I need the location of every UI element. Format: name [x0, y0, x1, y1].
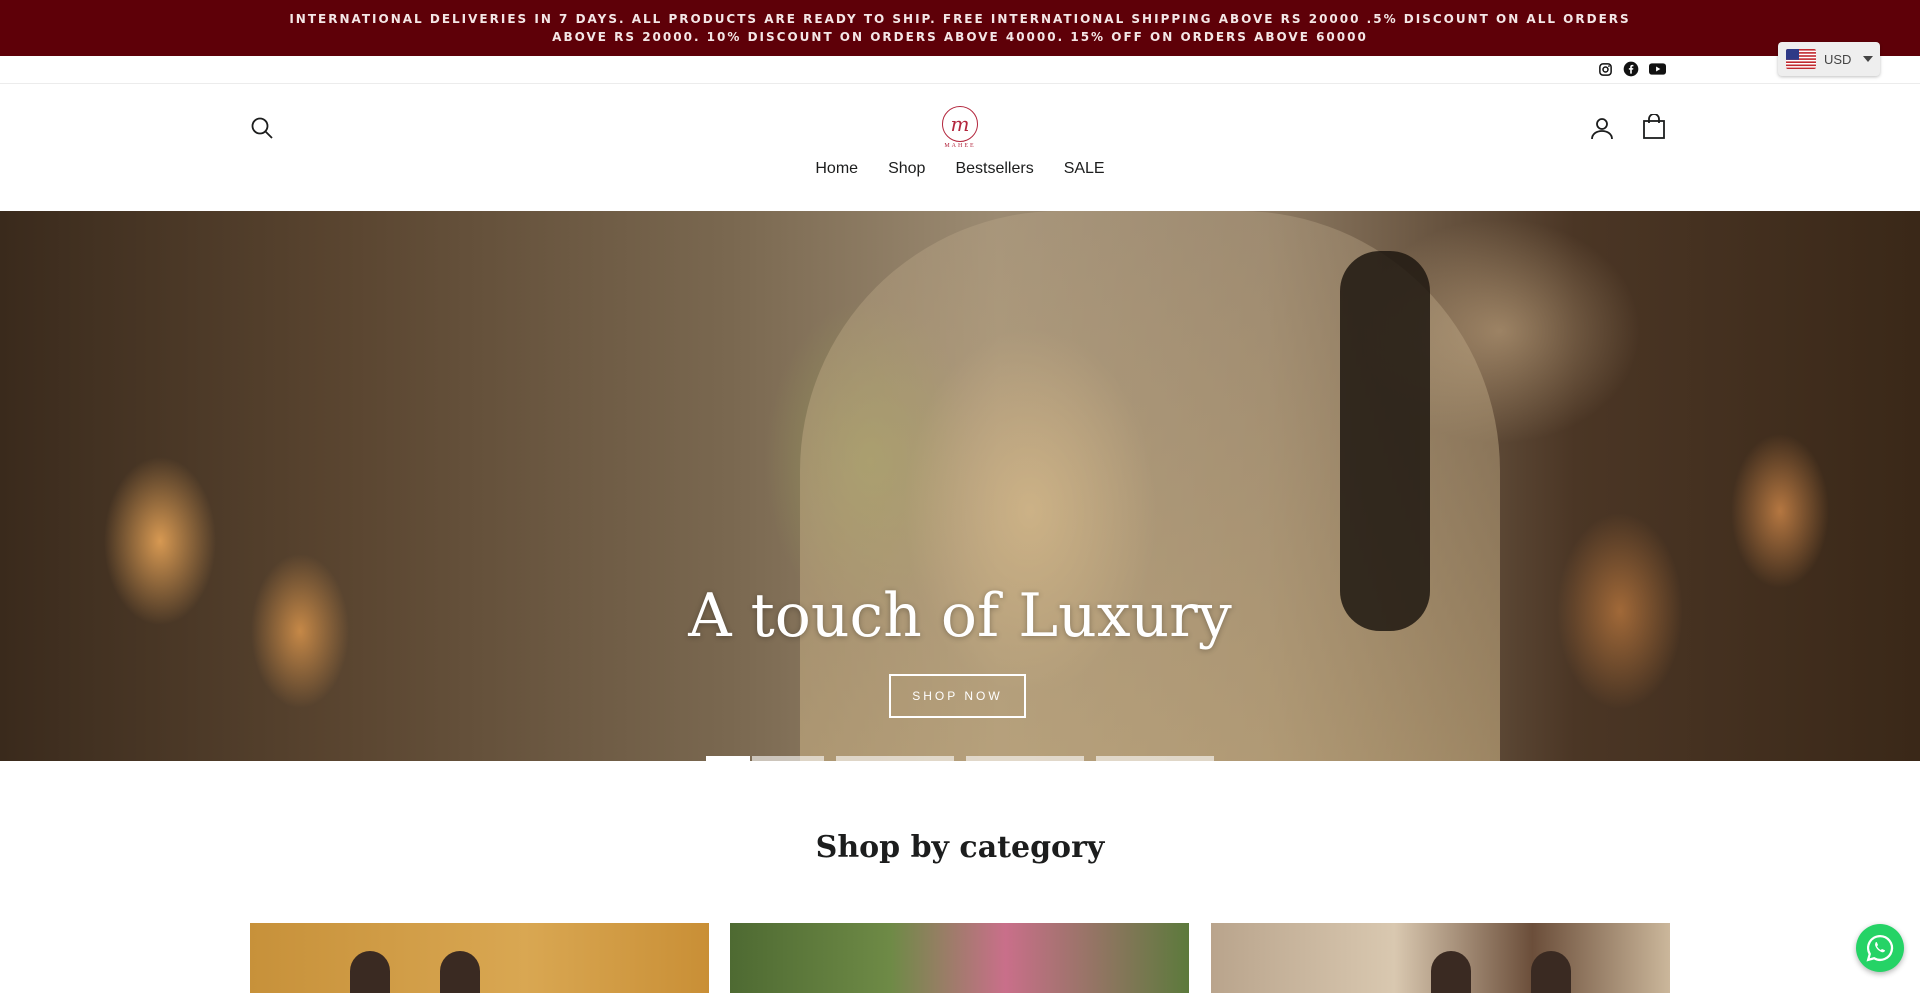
category-card[interactable] [730, 923, 1189, 993]
hero-image-detail [1340, 251, 1430, 631]
slider-pagination [0, 756, 1920, 761]
slide-dot-1[interactable] [706, 756, 750, 761]
main-nav: Home Shop Bestsellers SALE [0, 160, 1920, 178]
slide-dot-4[interactable] [966, 756, 1084, 761]
account-button[interactable] [1590, 116, 1616, 144]
logo-mark: m [942, 106, 978, 142]
site-logo[interactable]: m MAHEE [938, 106, 982, 152]
category-card[interactable] [250, 923, 709, 993]
currency-label: USD [1824, 51, 1852, 67]
announcement-bar: INTERNATIONAL DELIVERIES IN 7 DAYS. ALL … [0, 0, 1920, 56]
facebook-icon[interactable] [1622, 60, 1640, 78]
instagram-icon[interactable] [1596, 60, 1614, 78]
whatsapp-icon [1866, 934, 1894, 962]
nav-shop[interactable]: Shop [888, 160, 925, 178]
section-title: Shop by category [815, 830, 1105, 865]
hero-title: A touch of Luxury [688, 581, 1232, 651]
slide-dot-2[interactable] [752, 756, 824, 761]
account-icon [1591, 118, 1613, 140]
shop-now-button[interactable]: SHOP NOW [889, 674, 1026, 718]
cart-button[interactable] [1642, 113, 1668, 142]
currency-selector[interactable]: USD [1778, 42, 1880, 76]
logo-text: MAHEE [944, 143, 976, 149]
us-flag-icon [1786, 49, 1816, 69]
nav-home[interactable]: Home [815, 160, 858, 178]
youtube-icon[interactable] [1648, 60, 1666, 78]
site-header: m MAHEE Home Shop Bestsellers SALE [0, 84, 1920, 211]
announcement-text: INTERNATIONAL DELIVERIES IN 7 DAYS. ALL … [289, 12, 1631, 44]
category-card[interactable] [1211, 923, 1670, 993]
nav-sale[interactable]: SALE [1064, 160, 1105, 178]
search-button[interactable] [250, 116, 278, 144]
slide-dot-3[interactable] [836, 756, 954, 761]
social-links [1596, 60, 1666, 78]
slide-dot-5[interactable] [1096, 756, 1214, 761]
nav-bestsellers[interactable]: Bestsellers [955, 160, 1033, 178]
bag-icon [1643, 113, 1665, 139]
search-icon [251, 117, 273, 139]
whatsapp-chat-button[interactable] [1856, 924, 1904, 972]
hero-slider[interactable]: A touch of Luxury SHOP NOW [0, 211, 1920, 761]
utility-bar [0, 56, 1920, 84]
chevron-down-icon [1863, 56, 1874, 62]
